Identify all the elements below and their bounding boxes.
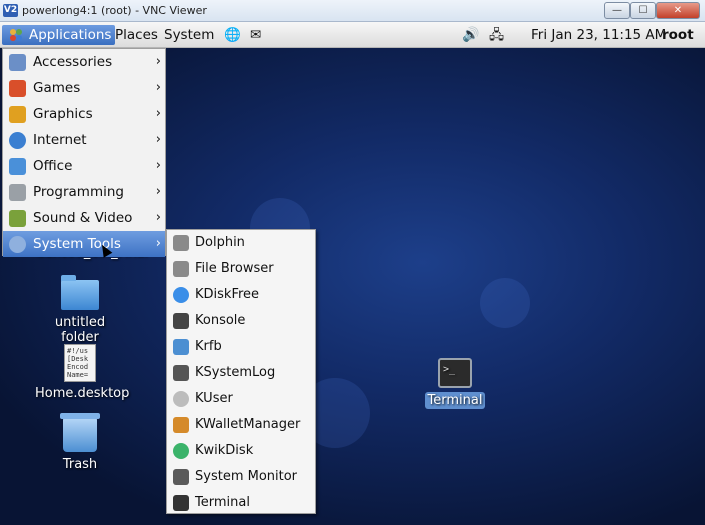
desktop-icon-label: Home.desktop: [35, 386, 130, 401]
vnc-logo-icon: V2: [3, 4, 18, 17]
applications-label: Applications: [29, 27, 112, 43]
places-menu-button[interactable]: Places: [111, 25, 162, 45]
submenu-arrow-icon: ›: [155, 184, 161, 199]
system-menu-button[interactable]: System: [160, 25, 218, 45]
submenu-item-terminal[interactable]: Terminal: [167, 490, 315, 516]
menu-item-programming[interactable]: Programming ›: [3, 179, 165, 205]
volume-icon[interactable]: 🔊: [458, 25, 483, 45]
menu-item-label: Accessories: [33, 54, 113, 70]
submenu-arrow-icon: ›: [155, 210, 161, 225]
menu-item-internet[interactable]: Internet ›: [3, 127, 165, 153]
submenu-item-krfb[interactable]: Krfb: [167, 334, 315, 360]
submenu-item-kdiskfree[interactable]: KDiskFree: [167, 282, 315, 308]
background-orb: [480, 278, 530, 328]
konsole-icon: [173, 313, 189, 329]
desktop-icon-home-desktop[interactable]: #!/us [Desk Encod Name= Home.desktop: [32, 344, 129, 402]
terminal-icon: [438, 358, 472, 388]
menu-item-graphics[interactable]: Graphics ›: [3, 101, 165, 127]
menu-item-label: Internet: [33, 132, 87, 148]
office-icon: [9, 158, 26, 175]
applications-menu-button[interactable]: Applications: [2, 25, 116, 45]
minimize-button[interactable]: —: [604, 2, 630, 19]
submenu-arrow-icon: ›: [155, 106, 161, 121]
submenu-item-label: Dolphin: [195, 235, 245, 250]
submenu-item-ksystemlog[interactable]: KSystemLog: [167, 360, 315, 386]
submenu-item-system-monitor[interactable]: System Monitor: [167, 464, 315, 490]
internet-icon: [9, 132, 26, 149]
desktop-icon-terminal[interactable]: Terminal: [407, 358, 503, 409]
submenu-item-label: File Browser: [195, 261, 274, 276]
submenu-item-label: KwikDisk: [195, 443, 254, 458]
desktop-icon-label: Terminal: [424, 392, 486, 409]
submenu-item-label: KSystemLog: [195, 365, 276, 380]
submenu-arrow-icon: ›: [155, 158, 161, 173]
submenu-arrow-icon: ›: [155, 54, 161, 69]
gnome-foot-icon: [10, 29, 22, 41]
top-panel: Applications Places System 🌐 ✉ 🔊 🖧 Fri J…: [0, 22, 705, 48]
system-tools-icon: [9, 236, 26, 253]
submenu-item-label: KUser: [195, 391, 233, 406]
script-file-icon: #!/us [Desk Encod Name=: [64, 344, 96, 382]
desktop-icon-label: untitled folder: [54, 315, 106, 345]
submenu-item-konsole[interactable]: Konsole: [167, 308, 315, 334]
menu-item-sound-video[interactable]: Sound & Video ›: [3, 205, 165, 231]
desktop-icon-trash[interactable]: Trash: [32, 413, 128, 473]
trash-icon: [60, 413, 100, 452]
menu-item-label: Programming: [33, 184, 124, 200]
window-title: powerlong4:1 (root) - VNC Viewer: [22, 4, 207, 17]
system-tools-submenu: Dolphin File Browser KDiskFree Konsole K…: [166, 229, 316, 514]
desktop-icon-label: Trash: [62, 457, 98, 472]
dolphin-icon: [173, 235, 189, 251]
menu-item-accessories[interactable]: Accessories ›: [3, 49, 165, 75]
submenu-arrow-icon: ›: [155, 236, 161, 251]
clock[interactable]: Fri Jan 23, 11:15 AM: [527, 25, 670, 45]
close-button[interactable]: ✕: [656, 2, 700, 19]
menu-item-label: Graphics: [33, 106, 93, 122]
submenu-item-label: System Monitor: [195, 469, 298, 484]
desktop-icon-untitled-folder[interactable]: untitled folder: [32, 275, 128, 346]
maximize-button[interactable]: ☐: [630, 2, 656, 19]
submenu-item-label: KDiskFree: [195, 287, 260, 302]
sound-video-icon: [9, 210, 26, 227]
submenu-item-kuser[interactable]: KUser: [167, 386, 315, 412]
kwikdisk-icon: [173, 443, 189, 459]
kwalletmanager-icon: [173, 417, 189, 433]
submenu-arrow-icon: ›: [155, 132, 161, 147]
programming-icon: [9, 184, 26, 201]
krfb-icon: [173, 339, 189, 355]
submenu-item-file-browser[interactable]: File Browser: [167, 256, 315, 282]
submenu-item-kwikdisk[interactable]: KwikDisk: [167, 438, 315, 464]
submenu-arrow-icon: ›: [155, 80, 161, 95]
file-browser-icon: [173, 261, 189, 277]
menu-item-label: Sound & Video: [33, 210, 133, 226]
user-switcher[interactable]: root: [658, 25, 698, 45]
menu-item-label: Games: [33, 80, 81, 96]
accessories-icon: [9, 54, 26, 71]
submenu-item-dolphin[interactable]: Dolphin: [167, 230, 315, 256]
mail-launcher-icon[interactable]: ✉: [246, 25, 265, 45]
network-icon[interactable]: 🖧: [485, 25, 508, 45]
applications-menu: Accessories › Games › Graphics › Interne…: [2, 48, 166, 257]
menu-item-office[interactable]: Office ›: [3, 153, 165, 179]
kdiskfree-icon: [173, 287, 189, 303]
submenu-item-label: Konsole: [195, 313, 246, 328]
submenu-item-label: KWalletManager: [195, 417, 301, 432]
submenu-item-label: Terminal: [195, 495, 250, 510]
menu-item-label: Office: [33, 158, 73, 174]
submenu-item-kwalletmanager[interactable]: KWalletManager: [167, 412, 315, 438]
terminal-menu-icon: [173, 495, 189, 511]
system-monitor-icon: [173, 469, 189, 485]
ksystemlog-icon: [173, 365, 189, 381]
vnc-title-bar: V2 powerlong4:1 (root) - VNC Viewer — ☐ …: [0, 0, 705, 22]
graphics-icon: [9, 106, 26, 123]
kuser-icon: [173, 391, 189, 407]
submenu-item-label: Krfb: [195, 339, 222, 354]
web-browser-launcher-icon[interactable]: 🌐: [220, 25, 245, 45]
games-icon: [9, 80, 26, 97]
folder-icon: [61, 275, 99, 310]
menu-item-system-tools[interactable]: System Tools ›: [3, 231, 165, 257]
menu-item-games[interactable]: Games ›: [3, 75, 165, 101]
